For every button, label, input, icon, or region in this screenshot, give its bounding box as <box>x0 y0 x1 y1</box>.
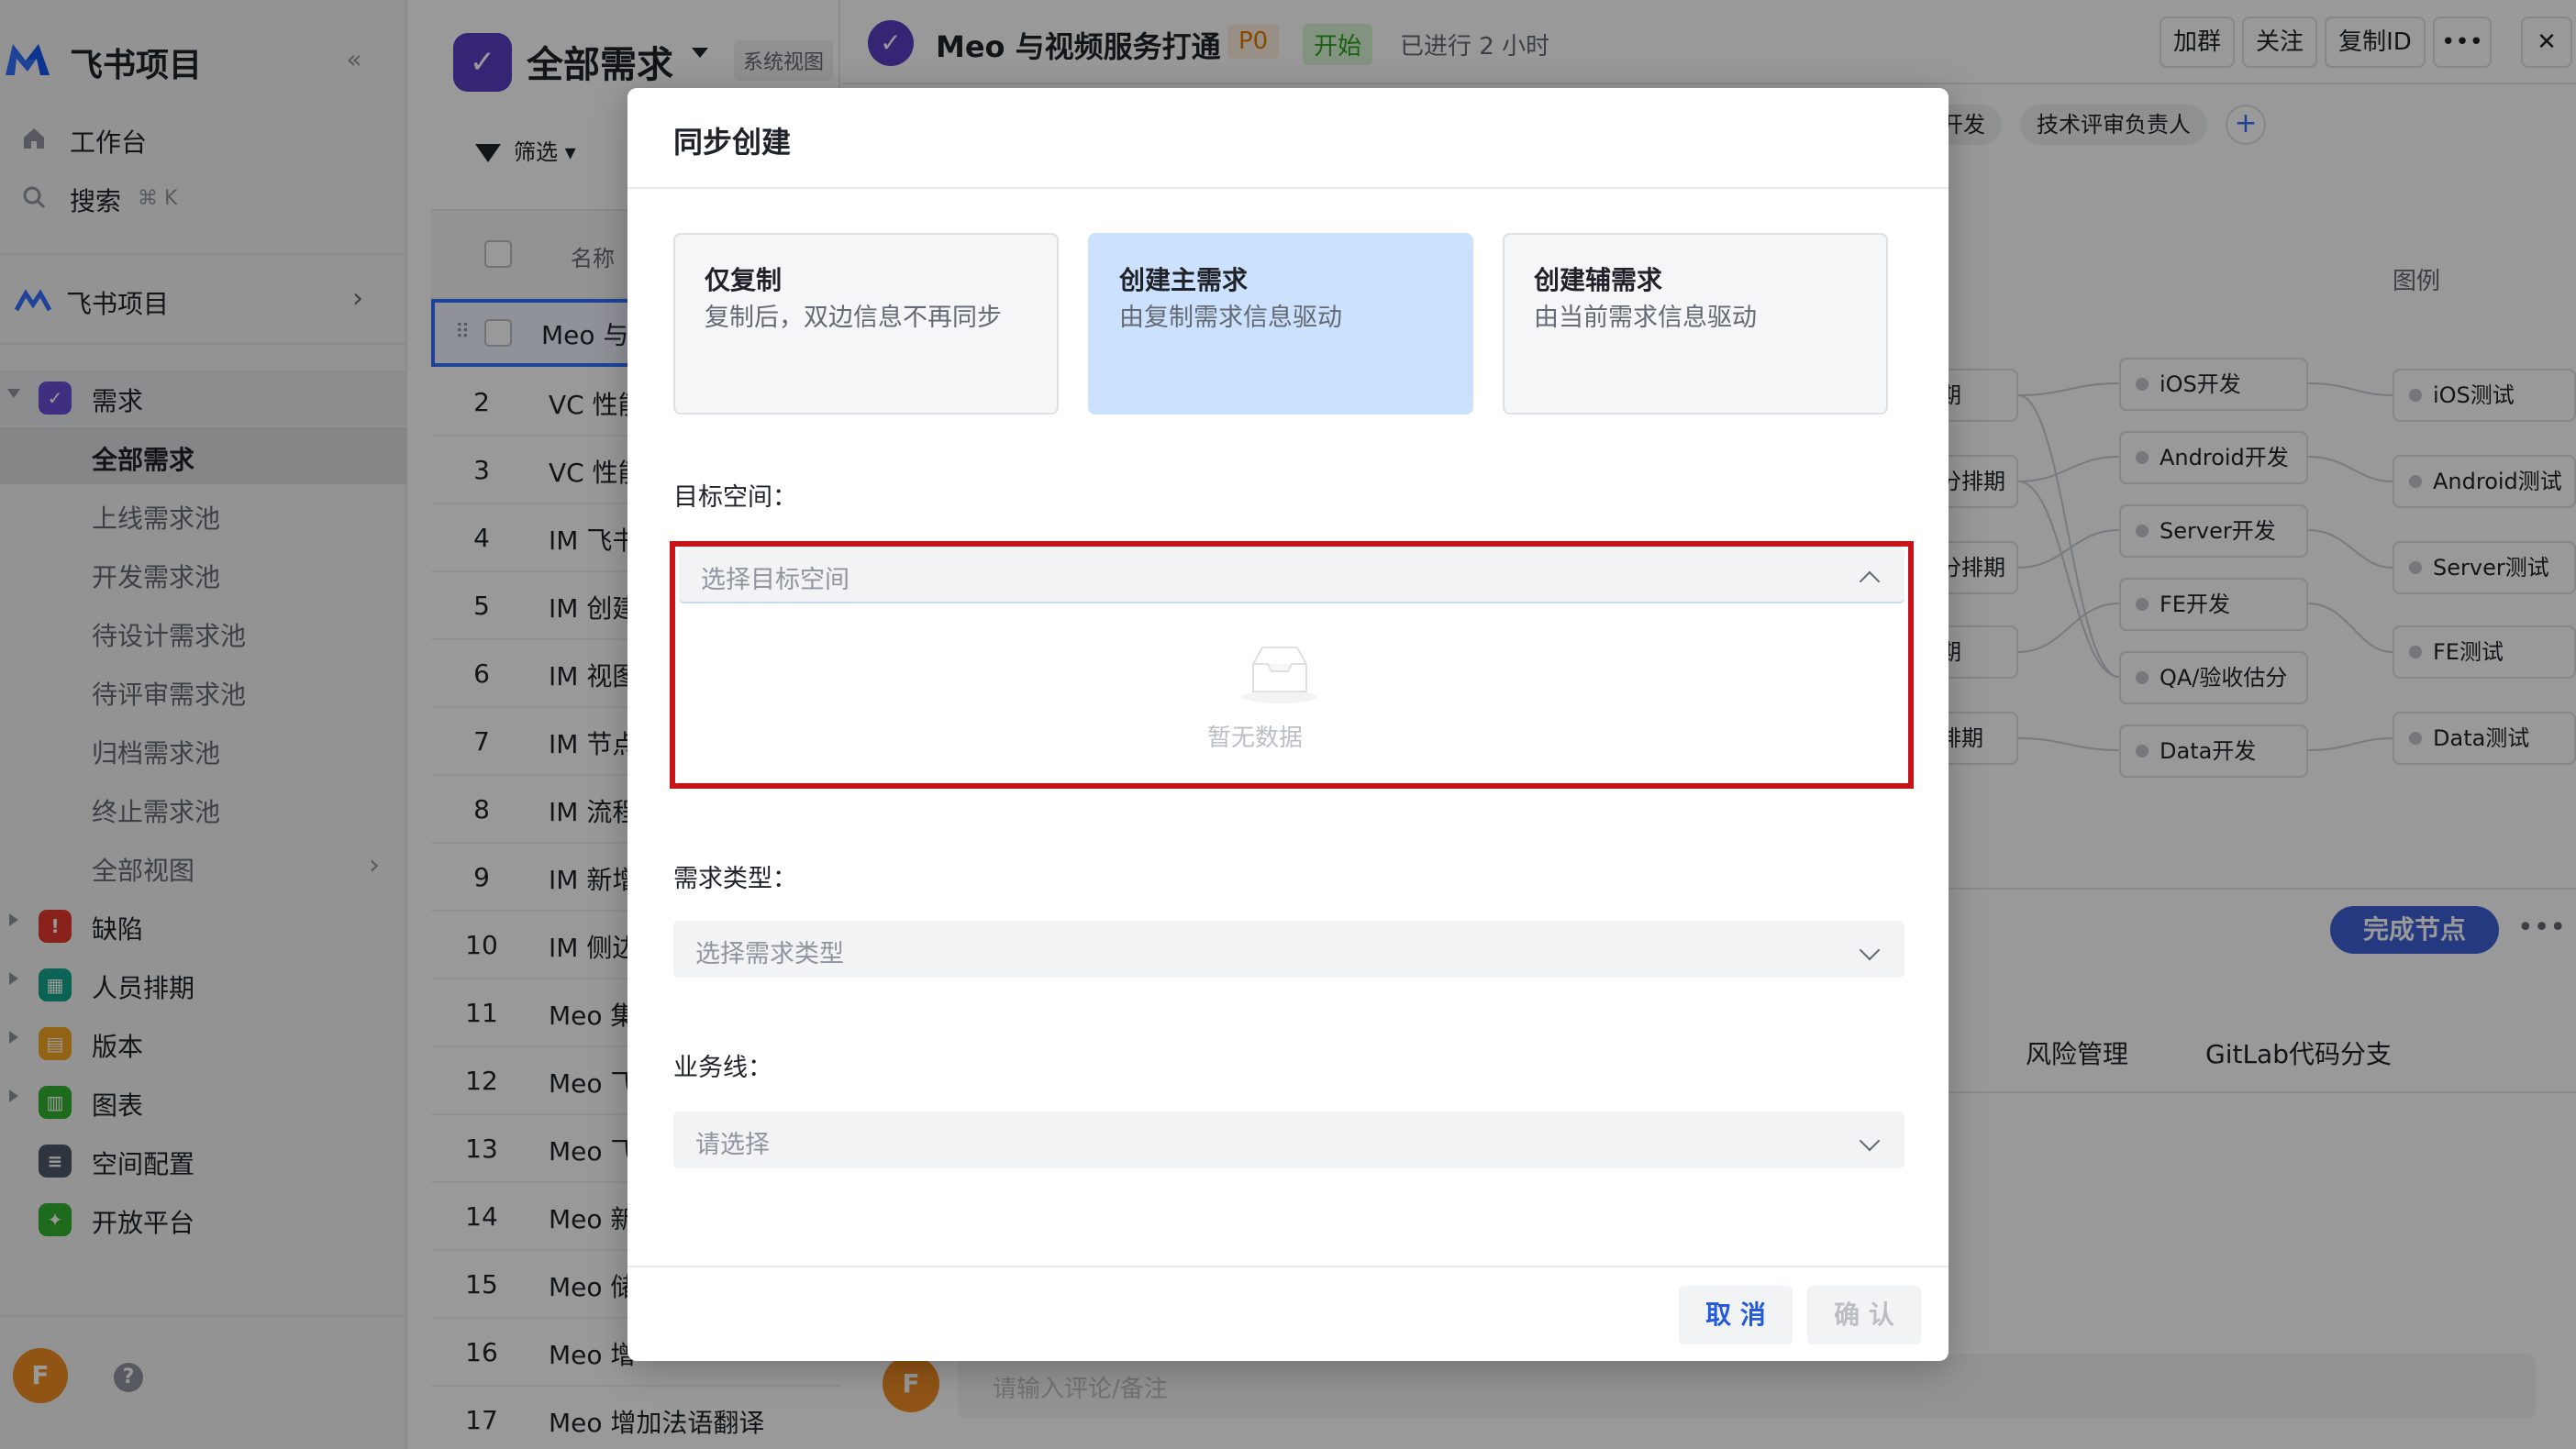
option-description: 复制后，双边信息不再同步 <box>705 304 1002 332</box>
option-title: 创建主需求 <box>1119 265 1249 295</box>
confirm-button[interactable]: 确 认 <box>1807 1286 1921 1344</box>
target-space-label: 目标空间： <box>673 483 797 512</box>
dialog-title: 同步创建 <box>673 125 792 160</box>
option-description: 由当前需求信息驱动 <box>1534 304 1757 332</box>
chevron-up-icon <box>1859 570 1881 592</box>
chevron-down-icon <box>1859 939 1881 961</box>
option-title: 创建辅需求 <box>1534 265 1663 295</box>
sync-create-dialog: 同步创建 仅复制 复制后，双边信息不再同步 创建主需求 由复制需求信息驱动 创建… <box>627 88 1949 1361</box>
option-create-main[interactable]: 创建主需求 由复制需求信息驱动 <box>1088 233 1473 415</box>
empty-state-text: 暂无数据 <box>1206 724 1303 752</box>
requirement-type-label: 需求类型： <box>673 865 797 893</box>
option-copy-only[interactable]: 仅复制 复制后，双边信息不再同步 <box>673 233 1059 415</box>
business-line-label: 业务线： <box>673 1054 772 1082</box>
option-description: 由复制需求信息驱动 <box>1119 304 1342 332</box>
cancel-button[interactable]: 取 消 <box>1679 1286 1793 1344</box>
business-line-placeholder: 请选择 <box>695 1131 770 1159</box>
target-space-placeholder: 选择目标空间 <box>701 566 849 594</box>
target-space-select[interactable]: 选择目标空间 <box>679 547 1904 603</box>
dialog-footer-divider <box>627 1266 1949 1267</box>
option-title: 仅复制 <box>705 265 783 295</box>
dialog-divider <box>627 187 1949 189</box>
requirement-type-placeholder: 选择需求类型 <box>695 940 844 968</box>
option-create-secondary[interactable]: 创建辅需求 由当前需求信息驱动 <box>1503 233 1888 415</box>
business-line-select[interactable]: 请选择 <box>673 1112 1904 1168</box>
chevron-down-icon <box>1859 1130 1881 1152</box>
empty-inbox-icon <box>1243 647 1316 703</box>
requirement-type-select[interactable]: 选择需求类型 <box>673 921 1904 978</box>
